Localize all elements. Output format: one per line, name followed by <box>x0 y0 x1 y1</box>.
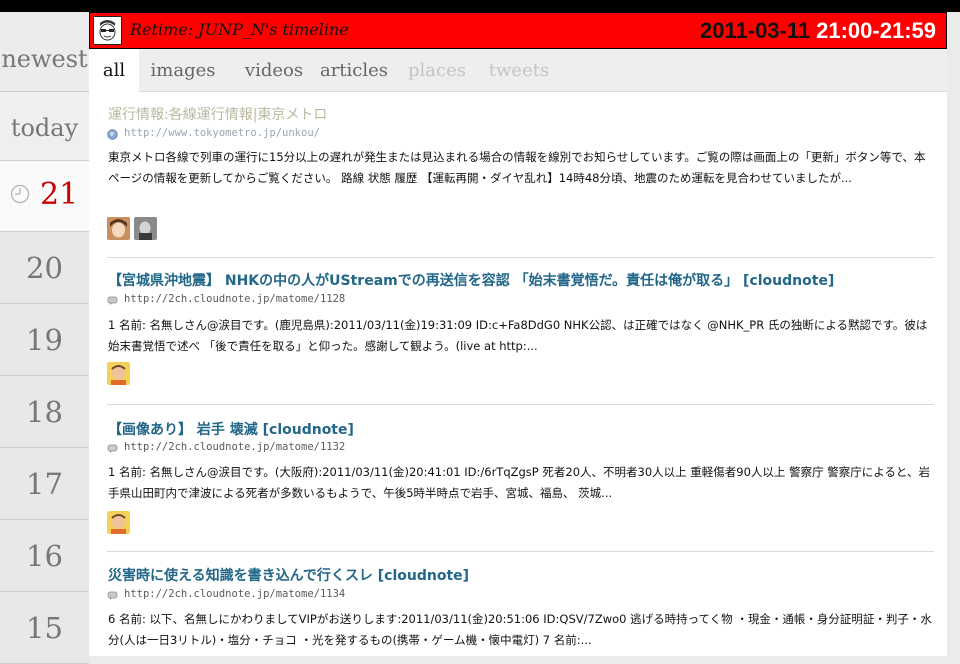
rail-hour-19[interactable]: 19 <box>0 304 89 376</box>
tab-articles[interactable]: articles <box>317 49 391 91</box>
entry-url-link[interactable]: http://2ch.cloudnote.jp/matome/1134 <box>124 588 345 600</box>
top-black-strip <box>0 0 960 12</box>
comment-icon <box>107 444 118 453</box>
rail-hour-18[interactable]: 18 <box>0 376 89 448</box>
tab-all[interactable]: all <box>89 49 139 92</box>
feed-item: 災害時に使える知識を書き込んで行くスレ [cloudnote] http://2… <box>107 552 934 656</box>
entry-url-link[interactable]: http://2ch.cloudnote.jp/matome/1132 <box>124 441 345 453</box>
timeline-header: Retime: JUNP_N's timeline 2011-03-11 21:0… <box>89 12 947 49</box>
rail-newest-link[interactable]: newest <box>0 12 89 92</box>
rail-hour-17[interactable]: 17 <box>0 448 89 520</box>
user-avatar[interactable] <box>93 16 122 45</box>
entry-url-link[interactable]: http://www.tokyometro.jp/unkou/ <box>124 127 320 139</box>
entry-title-link[interactable]: 【画像あり】 岩手 壊滅 [cloudnote] <box>108 419 354 439</box>
person-icon <box>107 217 130 240</box>
entry-description: 1 名前: 名無しさん@涙目です。(大阪府):2011/03/11(金)20:4… <box>108 465 930 500</box>
tab-videos[interactable]: videos <box>229 49 319 91</box>
entry-description: 1 名前: 名無しさん@涙目です。(鹿児島県):2011/03/11(金)19:… <box>108 318 928 353</box>
date-rail: newest today 21 20 19 18 17 16 15 <box>0 12 89 664</box>
clock-icon <box>10 184 30 204</box>
entry-description: 東京メトロ各線で列車の運行に15分以上の遅れが発生または見込まれる場合の情報を線… <box>108 150 926 185</box>
comment-icon <box>107 296 118 305</box>
rail-today-link[interactable]: today <box>0 92 89 161</box>
person-icon <box>107 511 130 534</box>
avatar-face-icon <box>94 17 121 44</box>
feed-item: 運行情報:各線運行情報|東京メトロ http://www.tokyometro.… <box>107 92 934 258</box>
entry-url-link[interactable]: http://2ch.cloudnote.jp/matome/1128 <box>124 293 345 305</box>
entry-description: 6 名前: 以下、名無しにかわりましてVIPがお送りします:2011/03/11… <box>108 612 932 647</box>
tab-images[interactable]: images <box>139 49 227 91</box>
feed-list: 運行情報:各線運行情報|東京メトロ http://www.tokyometro.… <box>89 92 947 656</box>
entry-title-link[interactable]: 運行情報:各線運行情報|東京メトロ <box>108 104 327 124</box>
timeline-datetime: 2011-03-11 21:00-21:59 <box>700 18 936 44</box>
timeline-panel: Retime: JUNP_N's timeline 2011-03-11 21:0… <box>89 12 947 656</box>
timeline-title[interactable]: Retime: JUNP_N's timeline <box>130 20 349 39</box>
current-hour-number: 21 <box>40 177 79 212</box>
rail-current-hour[interactable]: 21 <box>0 161 89 232</box>
entry-title-link[interactable]: 【宮城県沖地震】 NHKの中の人がUStreamでの再送信を容認 「始末書覚悟だ… <box>108 270 834 290</box>
entry-title-link[interactable]: 災害時に使える知識を書き込んで行くスレ [cloudnote] <box>108 565 469 585</box>
timeline-time-range: 21:00-21:59 <box>816 18 936 43</box>
person-icon <box>134 217 157 240</box>
tab-places: places <box>408 60 466 81</box>
feed-item: 【画像あり】 岩手 壊滅 [cloudnote] http://2ch.clou… <box>107 405 934 552</box>
comment-icon <box>107 591 118 600</box>
user-avatar-thumbnail[interactable] <box>134 217 157 240</box>
timeline-date: 2011-03-11 <box>700 18 811 43</box>
user-avatar-thumbnail[interactable] <box>107 217 130 240</box>
rail-hour-15[interactable]: 15 <box>0 592 89 664</box>
rail-hour-16[interactable]: 16 <box>0 520 89 592</box>
user-avatar-thumbnail[interactable] <box>107 362 130 385</box>
filter-tabs: all images videos articles places tweets <box>89 49 947 92</box>
person-icon <box>107 362 130 385</box>
user-avatar-thumbnail[interactable] <box>107 511 130 534</box>
tab-tweets: tweets <box>488 60 550 81</box>
globe-icon <box>107 129 118 140</box>
feed-item: 【宮城県沖地震】 NHKの中の人がUStreamでの再送信を容認 「始末書覚悟だ… <box>107 258 934 405</box>
rail-hour-20[interactable]: 20 <box>0 232 89 304</box>
